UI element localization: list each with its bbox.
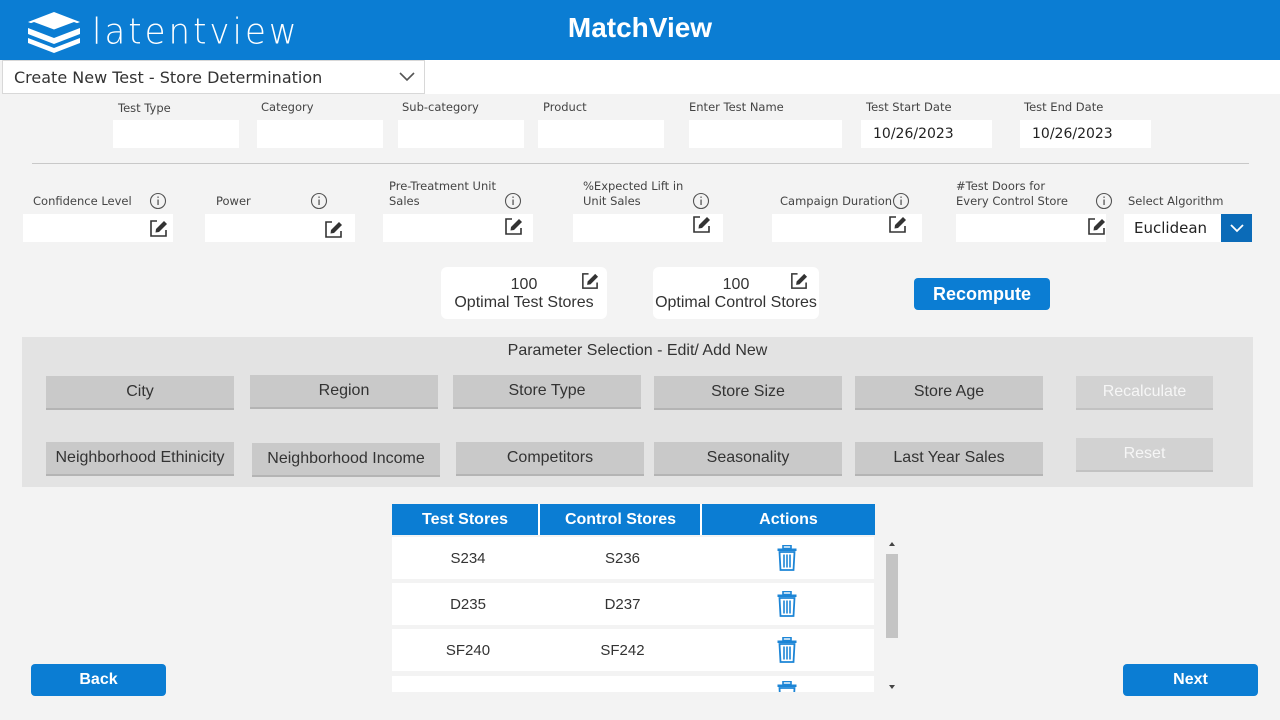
actions-cell — [701, 583, 874, 625]
info-icon[interactable] — [149, 192, 167, 210]
trash-icon[interactable] — [777, 637, 797, 663]
test-store-cell: D235 — [450, 595, 486, 613]
edit-icon[interactable] — [887, 215, 907, 235]
test-store-cell: SF240 — [445, 641, 491, 659]
campaign-duration-label: Campaign Duration — [780, 194, 893, 208]
param-store-age-button[interactable]: Store Age — [855, 376, 1043, 410]
back-button[interactable]: Back — [31, 664, 166, 696]
param-competitors-button[interactable]: Competitors — [456, 442, 644, 476]
start-date-label: Test Start Date — [866, 100, 952, 114]
param-neighborhood-ethnicity-button[interactable]: Neighborhood Ethinicity — [46, 442, 234, 476]
algorithm-dropdown-toggle[interactable] — [1221, 214, 1252, 242]
optimal-control-stores-label: Optimal Control Stores — [655, 294, 817, 311]
end-date-label: Test End Date — [1024, 100, 1104, 114]
scrollbar-thumb[interactable] — [886, 554, 898, 638]
param-seasonality-button[interactable]: Seasonality — [654, 442, 842, 476]
test-doors-label-line2: Every Control Store — [956, 194, 1068, 208]
chevron-down-icon — [1229, 224, 1244, 233]
expected-lift-label-line1: %Expected Lift in — [583, 179, 684, 193]
test-type-label: Test Type — [118, 101, 171, 115]
param-city-button[interactable]: City — [46, 376, 234, 410]
param-store-type-button[interactable]: Store Type — [453, 375, 641, 409]
app-header: latentview MatchView — [0, 0, 1280, 60]
edit-icon[interactable] — [1086, 217, 1106, 237]
pre-treatment-label-line1: Pre-Treatment Unit — [389, 179, 496, 193]
info-icon[interactable] — [504, 192, 522, 210]
edit-icon[interactable] — [691, 215, 711, 235]
expected-lift-label-line2: Unit Sales — [583, 194, 641, 208]
test-doors-label-line1: #Test Doors for — [956, 179, 1046, 193]
app-title: MatchView — [567, 12, 713, 43]
info-icon[interactable] — [892, 192, 910, 210]
table-header: Test Stores Control Stores Actions — [392, 504, 875, 535]
section-divider — [32, 163, 1249, 164]
info-icon[interactable] — [1095, 192, 1113, 210]
table-row: D235 D237 — [392, 583, 874, 625]
edit-icon[interactable] — [789, 272, 808, 291]
table-row-partial — [392, 676, 874, 692]
param-last-year-sales-button[interactable]: Last Year Sales — [855, 442, 1043, 476]
parameter-selection-title: Parameter Selection - Edit/ Add New — [507, 342, 768, 359]
table-row: SF240 SF242 — [392, 629, 874, 671]
view-dropdown-value: Create New Test - Store Determination — [14, 67, 323, 87]
edit-icon[interactable] — [503, 217, 523, 237]
actions-cell — [701, 629, 874, 671]
recompute-button[interactable]: Recompute — [914, 278, 1050, 310]
param-region-button[interactable]: Region — [250, 375, 438, 409]
algorithm-label: Select Algorithm — [1128, 194, 1224, 208]
header-strip — [425, 60, 1280, 94]
column-header-actions: Actions — [759, 510, 818, 528]
algorithm-dropdown[interactable]: Euclidean — [1124, 214, 1252, 242]
algorithm-value: Euclidean — [1134, 219, 1208, 237]
actions-cell — [701, 537, 874, 579]
test-store-cell: S234 — [450, 549, 486, 567]
category-label: Category — [261, 100, 314, 114]
pre-treatment-label-line2: Sales — [389, 194, 420, 208]
info-icon[interactable] — [692, 192, 710, 210]
category-input[interactable] — [257, 120, 383, 148]
test-name-input[interactable] — [689, 120, 842, 148]
param-neighborhood-income-button[interactable]: Neighborhood Income — [252, 443, 440, 477]
optimal-test-stores-label: Optimal Test Stores — [454, 294, 594, 311]
start-date-input[interactable]: 10/26/2023 — [861, 120, 992, 148]
product-input[interactable] — [538, 120, 664, 148]
table-row: S234 S236 — [392, 537, 874, 579]
test-doors-input[interactable] — [956, 214, 1106, 242]
reset-button[interactable]: Reset — [1076, 438, 1213, 472]
info-icon[interactable] — [310, 192, 328, 210]
edit-icon[interactable] — [148, 219, 168, 239]
end-date-input[interactable]: 10/26/2023 — [1020, 120, 1151, 148]
control-store-cell: D237 — [604, 595, 641, 613]
param-store-size-button[interactable]: Store Size — [654, 376, 842, 410]
actions-cell — [701, 676, 874, 692]
trash-icon[interactable] — [777, 681, 797, 692]
control-store-cell: SF242 — [600, 641, 645, 659]
control-store-cell: S236 — [604, 549, 641, 567]
edit-icon[interactable] — [580, 272, 599, 291]
sub-category-label: Sub-category — [402, 100, 479, 114]
test-type-input[interactable] — [113, 120, 239, 148]
chevron-down-icon — [399, 72, 415, 82]
recalculate-button[interactable]: Recalculate — [1076, 376, 1213, 410]
trash-icon[interactable] — [777, 545, 797, 571]
column-header-test-stores: Test Stores — [422, 510, 508, 528]
product-label: Product — [543, 100, 587, 114]
confidence-level-label: Confidence Level — [33, 194, 132, 208]
column-header-control-stores: Control Stores — [564, 510, 677, 528]
next-button[interactable]: Next — [1123, 664, 1258, 696]
trash-icon[interactable] — [777, 591, 797, 617]
power-label: Power — [216, 194, 251, 208]
sub-category-input[interactable] — [398, 120, 524, 148]
test-name-label: Enter Test Name — [689, 100, 784, 114]
edit-icon[interactable] — [323, 220, 343, 240]
view-dropdown[interactable]: Create New Test - Store Determination — [2, 60, 425, 94]
